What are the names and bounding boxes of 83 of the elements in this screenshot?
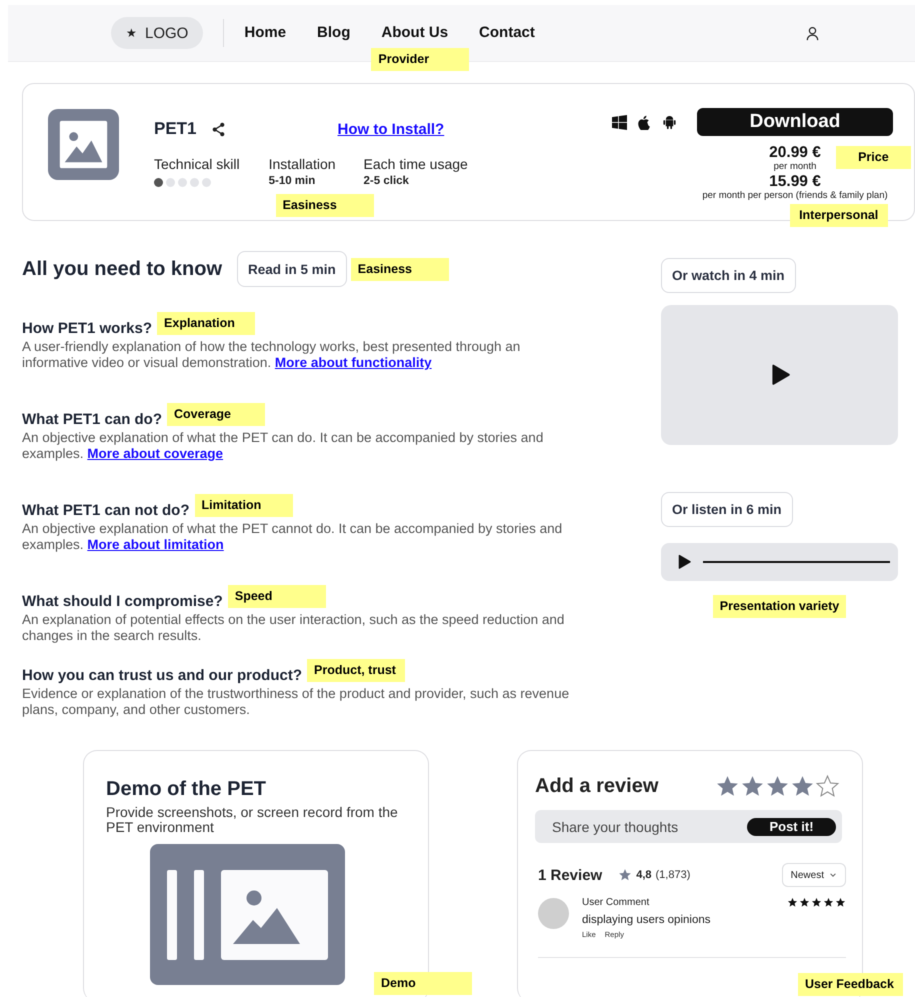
price-period: per month bbox=[772, 161, 818, 173]
price-amount: 20.99 € bbox=[769, 144, 821, 161]
apple-icon bbox=[637, 114, 652, 130]
screenshot-icon bbox=[150, 844, 345, 985]
user-icon bbox=[805, 26, 820, 40]
annotation-note: Speed bbox=[228, 585, 326, 608]
annotation-note: Easiness bbox=[276, 194, 374, 217]
rating-dot bbox=[202, 178, 211, 187]
rating-dot bbox=[178, 178, 187, 187]
review-count: 1 Review bbox=[538, 866, 602, 884]
rating-dot bbox=[154, 178, 163, 187]
card-description: Provide screenshots, or screen record from the PET environment bbox=[106, 805, 399, 835]
rating-count: (1,873) bbox=[656, 869, 690, 881]
logo[interactable]: ★ LOGO bbox=[111, 17, 204, 49]
metric-label: Each time usage bbox=[364, 156, 468, 172]
more-link[interactable]: More about functionality bbox=[274, 355, 432, 370]
question-heading: What should I compromise? bbox=[22, 593, 223, 610]
image-icon bbox=[48, 109, 119, 180]
annotation-note: Price bbox=[836, 146, 911, 169]
metric-label: Technical skill bbox=[154, 156, 240, 172]
rating-value: 4,8 bbox=[636, 869, 652, 881]
more-link[interactable]: More about limitation bbox=[87, 537, 224, 552]
more-link[interactable]: More about coverage bbox=[87, 446, 224, 461]
price-period: per month per person (friends & family plan) bbox=[702, 190, 888, 202]
annotation-note: Explanation bbox=[157, 312, 256, 335]
description-text: An explanation of potential effects on the user interaction, such as the speed reduction and changes in the search results. bbox=[22, 612, 566, 644]
listen-time-badge: Or listen in 6 min bbox=[661, 492, 793, 527]
description-text: An objective explanation of what the PET can do. It can be accompanied by stories and examples. More about coverage bbox=[22, 430, 544, 462]
question-heading: How PET1 works? bbox=[22, 320, 152, 337]
annotation-note: Interpersonal bbox=[790, 204, 888, 227]
description-text: An objective explanation of what the PET cannot do. It can be accompanied by stories and examples. More about limitation bbox=[22, 521, 564, 553]
description-text: A user-friendly explanation of how the technology works, best presented through an informative video or visual demonstration. More about functionality bbox=[22, 339, 522, 371]
section-title: All you need to know bbox=[22, 258, 222, 280]
annotation-note: Demo bbox=[374, 972, 472, 995]
post-button[interactable]: Post it! bbox=[747, 818, 836, 836]
rating-dot bbox=[166, 178, 175, 187]
annotation-note: Coverage bbox=[167, 403, 266, 426]
install-link[interactable]: How to Install? bbox=[338, 120, 444, 138]
card-title: Add a review bbox=[535, 775, 658, 798]
metric-label: Installation bbox=[268, 156, 336, 172]
watch-time-badge: Or watch in 4 min bbox=[661, 258, 796, 293]
comment-author: User Comment bbox=[582, 897, 650, 908]
star-icon bbox=[787, 897, 798, 908]
card-title: Demo of the PET bbox=[106, 778, 268, 801]
avatar bbox=[538, 898, 569, 929]
price-amount: 15.99 € bbox=[768, 173, 822, 190]
question-heading: How you can trust us and our product? bbox=[22, 667, 302, 684]
comment-text: displaying users opinions bbox=[582, 914, 712, 926]
sort-dropdown[interactable]: Newest bbox=[782, 863, 846, 887]
metric-value: 2-5 click bbox=[364, 175, 410, 187]
product-name: PET1 bbox=[154, 119, 197, 139]
star-icon bbox=[835, 897, 846, 908]
nav-link[interactable]: Contact bbox=[479, 24, 535, 41]
read-time-badge: Read in 5 min bbox=[237, 251, 347, 287]
review-input-field[interactable]: Share your thoughts Post it! bbox=[535, 810, 842, 843]
share-icon bbox=[210, 122, 226, 136]
nav-link[interactable]: About Us bbox=[381, 24, 448, 41]
audio-player[interactable] bbox=[661, 543, 898, 581]
star-icon: ★ bbox=[126, 26, 137, 40]
question-heading: What PET1 can do? bbox=[22, 411, 162, 428]
nav-link[interactable]: Home bbox=[244, 24, 286, 41]
metric-value: 5-10 min bbox=[268, 175, 316, 187]
description-text: Evidence or explanation of the trustworthiness of the product and provider, such as revenue plans, company, and other customers. bbox=[22, 686, 570, 718]
question-heading: What PET1 can not do? bbox=[22, 502, 190, 519]
caret-icon bbox=[829, 871, 837, 879]
star-icon bbox=[823, 897, 834, 908]
windows-icon bbox=[612, 114, 627, 130]
annotation-note: User Feedback bbox=[798, 973, 903, 996]
star-icon bbox=[811, 897, 822, 908]
download-button[interactable]: Download bbox=[697, 108, 893, 136]
star-rating[interactable] bbox=[715, 774, 840, 799]
annotation-note: Easiness bbox=[350, 258, 449, 280]
annotation-note: Product, trust bbox=[307, 659, 406, 682]
star-icon bbox=[799, 897, 810, 908]
rating-dot bbox=[190, 178, 199, 187]
logo-text: LOGO bbox=[145, 24, 188, 42]
android-icon bbox=[662, 114, 677, 130]
annotation-note: Presentation variety bbox=[712, 595, 846, 618]
star-icon bbox=[815, 774, 840, 799]
star-icon bbox=[618, 868, 632, 882]
annotation-note: Provider bbox=[371, 48, 470, 71]
annotation-note: Limitation bbox=[194, 494, 292, 517]
nav-link[interactable]: Blog bbox=[317, 24, 350, 41]
